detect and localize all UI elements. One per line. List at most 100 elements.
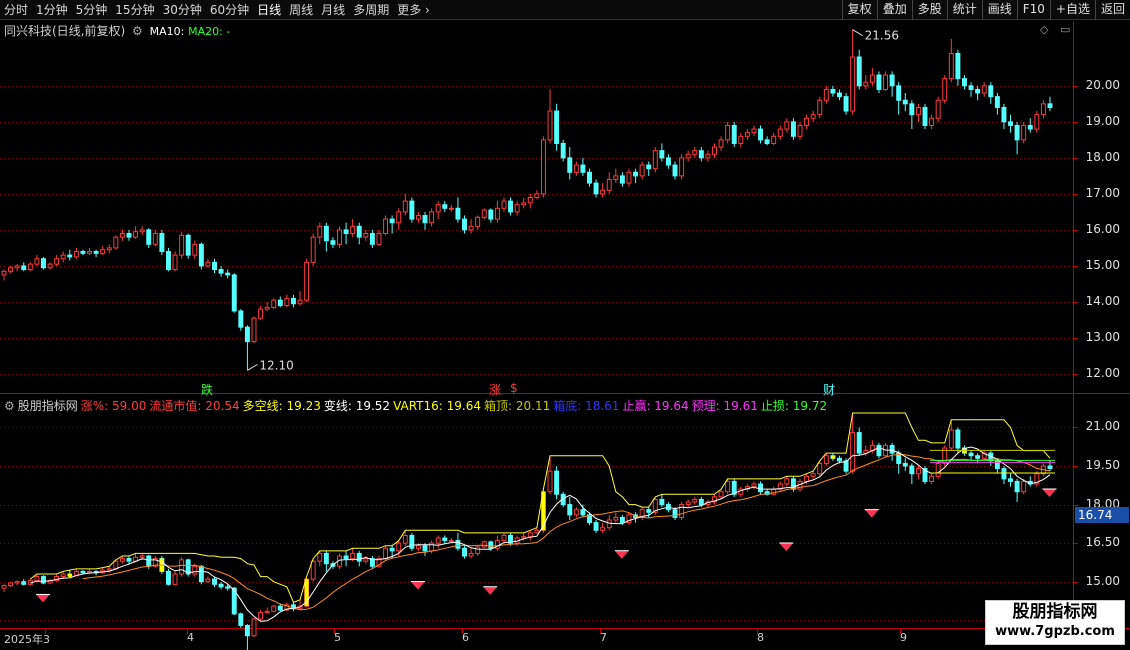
period-tab-1[interactable]: 1分钟	[32, 0, 72, 20]
period-tabs: 分时 1分钟 5分钟 15分钟 30分钟 60分钟 日线 周线 月线 多周期 更多 ›	[0, 0, 434, 20]
ind-candle	[633, 512, 639, 523]
toolbar-button-1[interactable]: 叠加	[876, 0, 912, 20]
price-body	[60, 254, 66, 260]
period-tab-10[interactable]: 更多 ›	[393, 0, 434, 20]
toolbar-button-2[interactable]: 多股	[911, 0, 947, 20]
ind-candle	[626, 512, 632, 526]
price-candle	[258, 305, 264, 320]
settings-gear-icon[interactable]: ⚙	[132, 24, 143, 38]
ind-candle	[297, 599, 303, 610]
price-candle	[698, 147, 704, 162]
mark-zhang: 涨	[489, 383, 502, 397]
ind-body	[652, 498, 658, 513]
price-candle	[744, 129, 750, 140]
ind-candle	[758, 481, 764, 495]
toolbar-button-7[interactable]: 返回	[1094, 0, 1130, 20]
ind-candle	[685, 499, 691, 508]
ind-body	[1027, 480, 1033, 485]
price-body	[850, 56, 856, 112]
stock-title[interactable]: 同兴科技(日线,前复权)	[4, 24, 125, 38]
price-body	[192, 243, 198, 256]
ind-candle	[679, 502, 685, 520]
period-tab-6[interactable]: 日线	[253, 0, 285, 20]
diamond-icon[interactable]: ◇	[1040, 23, 1048, 36]
ind-body	[698, 498, 704, 506]
period-tab-2[interactable]: 5分钟	[72, 0, 112, 20]
price-body	[514, 204, 520, 213]
indicator-value-6: 箱底: 18.61	[553, 399, 620, 413]
ind-body	[823, 455, 829, 464]
period-toolbar: 分时 1分钟 5分钟 15分钟 30分钟 60分钟 日线 周线 月线 多周期 更多 › 复权 叠加 多股…	[0, 0, 1130, 20]
ind-candle	[514, 535, 520, 546]
period-tab-7[interactable]: 周线	[285, 0, 317, 20]
period-tab-8[interactable]: 月线	[317, 0, 349, 20]
collapse-icon[interactable]: ▭	[1060, 23, 1070, 36]
price-candle	[837, 89, 842, 101]
price-body	[659, 150, 665, 159]
ind-candle	[547, 455, 553, 495]
price-body	[310, 236, 316, 263]
ind-body	[113, 560, 119, 570]
price-candle	[830, 85, 836, 97]
ind-candle	[646, 507, 652, 518]
price-body	[271, 299, 277, 308]
period-tab-5[interactable]: 60分钟	[206, 0, 253, 20]
price-body	[363, 233, 369, 238]
price-candle	[192, 240, 198, 259]
price-candle	[587, 168, 592, 187]
period-tab-4[interactable]: 30分钟	[159, 0, 206, 20]
price-candle	[27, 262, 33, 272]
price-body	[942, 78, 948, 101]
price-body	[1, 270, 7, 276]
ind-body	[475, 546, 481, 554]
price-candle	[810, 111, 816, 122]
ind-candle	[600, 522, 606, 533]
panel-corner-icons: ◇ ▭	[1040, 23, 1070, 36]
toolbar-button-3[interactable]: 统计	[946, 0, 982, 20]
price-candle	[271, 298, 277, 310]
ind-candle	[534, 527, 540, 535]
price-body	[448, 207, 454, 210]
price-body	[751, 128, 757, 134]
toolbar-button-6[interactable]: +自选	[1049, 0, 1095, 20]
signal-diamond-icon	[779, 542, 794, 551]
x-axis-month: 8	[757, 631, 764, 644]
price-body	[698, 150, 704, 159]
indicator-settings-icon[interactable]: ⚙	[4, 399, 15, 413]
ind-body	[850, 432, 856, 472]
ind-candle	[179, 557, 185, 577]
price-body	[212, 261, 217, 271]
ind-candle	[988, 450, 994, 466]
price-candle	[264, 301, 270, 311]
ind-body	[396, 542, 402, 552]
price-body	[1034, 114, 1040, 130]
ind-body	[843, 460, 849, 472]
price-candle	[448, 204, 454, 212]
toolbar-button-0[interactable]: 复权	[841, 0, 877, 20]
indicator-name[interactable]: 股朋指标网	[18, 397, 78, 414]
ind-candle	[580, 504, 586, 518]
diamond-shape	[410, 581, 425, 590]
period-tab-9[interactable]: 多周期	[349, 0, 393, 20]
ind-body	[659, 498, 665, 506]
ind-candle	[231, 586, 237, 616]
toolbar-button-5[interactable]: F10	[1016, 0, 1050, 20]
indicator-header: ⚙ 股朋指标网 涨%: 59.00 流通市值: 20.54 多空线: 19.23 变线…	[4, 397, 827, 414]
ind-body	[994, 460, 1000, 470]
period-tab-3[interactable]: 15分钟	[111, 0, 158, 20]
signal-diamond-icon	[864, 509, 879, 518]
x-axis-month: 6	[462, 631, 469, 644]
ind-body	[258, 612, 264, 620]
price-body	[962, 78, 967, 87]
ind-body	[231, 587, 237, 615]
price-body	[744, 132, 750, 137]
candlestick-chart[interactable]: 21.56 12.10	[0, 0, 1130, 650]
toolbar-button-4[interactable]: 画线	[981, 0, 1017, 20]
price-body	[889, 74, 895, 87]
ind-candle	[606, 514, 612, 531]
price-candle	[962, 75, 967, 90]
stock-chart-window: 分时 1分钟 5分钟 15分钟 30分钟 60分钟 日线 周线 月线 多周期 更多 › 复权 叠加 多股…	[0, 0, 1130, 650]
period-tab-0[interactable]: 分时	[0, 0, 32, 20]
price-candle	[672, 161, 678, 180]
ind-body	[797, 480, 803, 490]
